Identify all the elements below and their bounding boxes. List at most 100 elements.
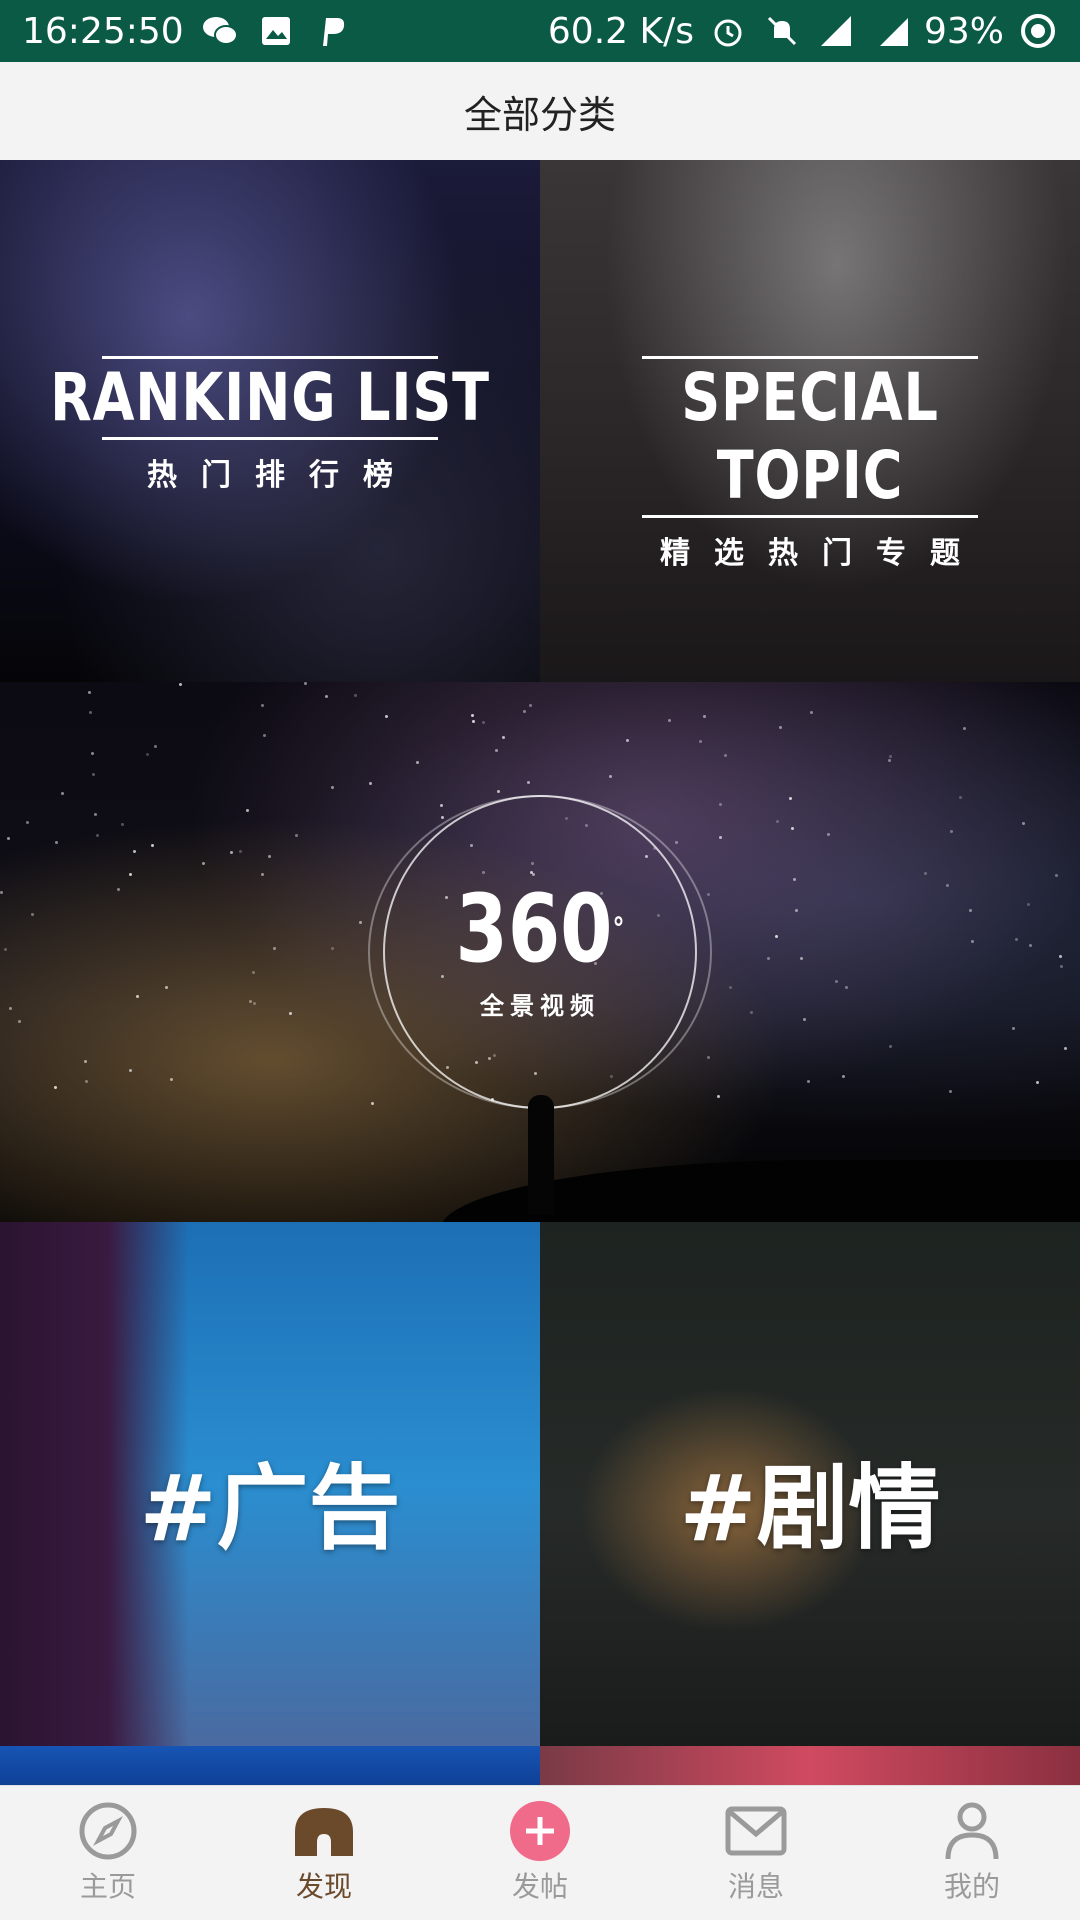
star	[330, 786, 334, 790]
star	[1028, 943, 1032, 947]
star	[60, 792, 64, 796]
star	[888, 1044, 892, 1048]
nav-discover-label: 发现	[295, 1870, 352, 1903]
star	[834, 980, 838, 983]
network-speed: 60.2 K/s	[547, 10, 694, 52]
image-icon	[256, 11, 296, 51]
nav-profile-label: 我的	[943, 1870, 1000, 1903]
star	[810, 710, 814, 714]
star	[371, 1102, 375, 1106]
special-title-zh: 精选热门专题	[660, 536, 984, 571]
ranking-list-tile[interactable]: RANKING LIST 热门排行榜	[0, 160, 540, 682]
nav-home-label: 主页	[79, 1870, 136, 1903]
star	[295, 833, 299, 837]
star	[146, 752, 150, 756]
star	[1026, 903, 1030, 907]
star	[170, 1077, 174, 1081]
nav-post-label: 发帖	[511, 1870, 568, 1903]
degree-mark: °	[612, 912, 625, 947]
next-tile-right[interactable]	[540, 1746, 1080, 1786]
star	[528, 704, 532, 708]
mail-icon	[724, 1801, 788, 1861]
star	[924, 871, 928, 875]
plus-circle-icon	[508, 1801, 572, 1861]
star	[88, 711, 92, 715]
nav-post[interactable]: 发帖	[432, 1786, 648, 1920]
battery-percent: 93%	[923, 10, 1004, 52]
star	[626, 738, 630, 742]
nav-home[interactable]: 主页	[0, 1786, 216, 1920]
page-title: 全部分类	[463, 92, 616, 137]
home-icon	[292, 1801, 356, 1861]
star	[262, 734, 266, 738]
star	[128, 1068, 132, 1072]
nav-discover[interactable]: 发现	[216, 1786, 432, 1920]
star	[948, 1089, 952, 1093]
user-icon	[940, 1801, 1004, 1861]
star	[472, 720, 475, 724]
nav-profile[interactable]: 我的	[864, 1786, 1080, 1920]
status-bar: 16:25:50 60.2 K/s 93%	[0, 0, 1080, 62]
ranking-title-en: RANKING LIST	[50, 359, 490, 436]
star	[1022, 821, 1026, 825]
star	[1036, 1080, 1040, 1084]
star	[25, 821, 29, 825]
star	[55, 840, 59, 844]
star	[826, 833, 830, 837]
star	[261, 872, 265, 876]
ads-label: #广告	[139, 1455, 401, 1562]
star	[1012, 1027, 1016, 1031]
star	[963, 727, 967, 731]
wechat-icon	[200, 11, 240, 51]
star	[7, 836, 11, 840]
star	[90, 752, 94, 756]
star	[842, 1075, 846, 1079]
next-tile-left[interactable]	[0, 1746, 540, 1786]
star	[384, 715, 388, 719]
star	[779, 726, 783, 730]
star	[471, 714, 475, 718]
star	[706, 1055, 710, 1059]
4g-signal-icon	[870, 11, 910, 51]
star	[268, 854, 272, 858]
star	[246, 809, 250, 813]
star	[416, 761, 420, 765]
star	[1059, 955, 1063, 959]
bottom-nav: 主页 发现 发帖 消息 我的	[0, 1785, 1080, 1920]
star	[950, 830, 954, 834]
star	[260, 703, 264, 707]
star	[132, 849, 136, 853]
star	[495, 749, 499, 753]
divider	[642, 515, 978, 518]
star	[497, 790, 501, 794]
star	[522, 709, 526, 713]
star	[888, 754, 892, 758]
person-silhouette	[528, 1095, 554, 1215]
star	[92, 772, 96, 776]
panorama-label: 全景视频	[480, 992, 600, 1020]
p-app-icon	[312, 11, 352, 51]
drama-category-tile[interactable]: #剧情	[540, 1222, 1080, 1746]
drama-label: #剧情	[679, 1455, 941, 1562]
star	[790, 827, 794, 831]
ads-category-tile[interactable]: #广告	[0, 1222, 540, 1746]
star	[53, 1085, 57, 1089]
alarm-icon	[708, 11, 748, 51]
star	[481, 720, 485, 724]
star	[151, 844, 155, 848]
star	[717, 1095, 721, 1099]
nav-messages[interactable]: 消息	[648, 1786, 864, 1920]
star	[1054, 873, 1058, 877]
star	[719, 835, 723, 839]
star	[369, 781, 373, 785]
star	[1015, 938, 1019, 942]
special-title-en: SPECIAL TOPIC	[681, 359, 939, 514]
star	[441, 816, 445, 820]
special-topic-tile[interactable]: SPECIAL TOPIC 精选热门专题	[540, 160, 1080, 682]
star	[353, 693, 357, 697]
star	[120, 823, 124, 827]
star	[1064, 1046, 1068, 1050]
star	[85, 1080, 89, 1084]
signal-icon	[816, 11, 856, 51]
star	[0, 891, 4, 895]
